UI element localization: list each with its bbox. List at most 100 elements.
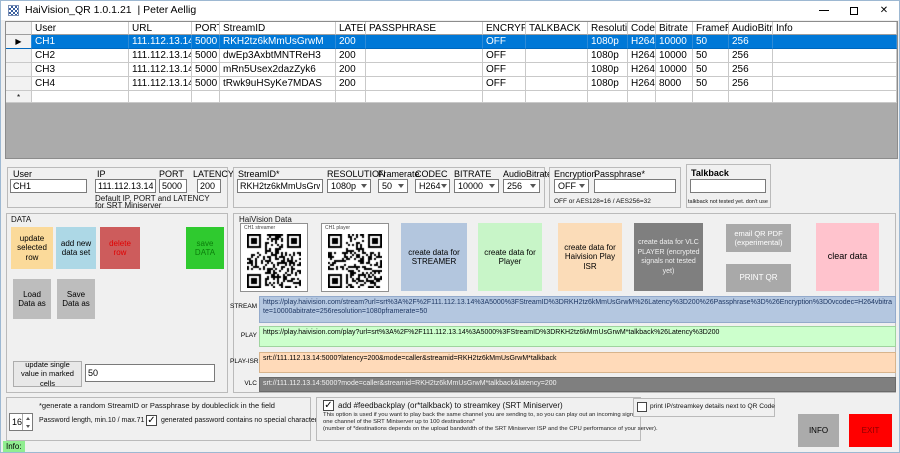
grid-cell[interactable]: [220, 91, 336, 103]
grid-cell[interactable]: H264: [628, 35, 656, 49]
grid-cell[interactable]: RKH2tz6kMmUsGrwM: [220, 35, 336, 49]
encryption-select[interactable]: OFF: [554, 179, 589, 193]
grid-row[interactable]: CH3111.112.13.145000mRn5Usex2dazZyk6200O…: [6, 63, 897, 77]
grid-cell[interactable]: 1080p: [588, 49, 628, 63]
grid-column-header[interactable]: FrameRate: [693, 22, 729, 35]
grid-cell[interactable]: 256: [729, 35, 773, 49]
grid-column-header[interactable]: LATENCY: [336, 22, 366, 35]
grid-column-header[interactable]: URL: [129, 22, 192, 35]
codec-select[interactable]: H264: [415, 179, 450, 193]
grid-cell[interactable]: 111.112.13.14: [129, 77, 192, 91]
grid-cell[interactable]: 200: [336, 35, 366, 49]
clear-data-button[interactable]: clear data: [816, 223, 879, 291]
update-selected-row-button[interactable]: update selected row: [11, 227, 53, 269]
grid-cell[interactable]: [129, 91, 192, 103]
print-details-checkbox[interactable]: [637, 402, 647, 412]
password-length-stepper[interactable]: [9, 413, 33, 431]
update-single-value-button[interactable]: update single value in marked cells: [13, 361, 82, 387]
grid-cell[interactable]: 50: [693, 63, 729, 77]
grid-cell[interactable]: [336, 91, 366, 103]
grid-cell[interactable]: 50: [693, 49, 729, 63]
grid-cell[interactable]: 111.112.13.14: [129, 49, 192, 63]
grid-column-header[interactable]: PASSPHRASE: [366, 22, 483, 35]
grid-cell[interactable]: [483, 91, 526, 103]
create-vlc-player-button[interactable]: create data for VLC PLAYER (encrypted si…: [634, 223, 703, 291]
add-new-data-set-button[interactable]: add new data set: [56, 227, 96, 269]
grid-cell[interactable]: [366, 91, 483, 103]
grid-column-header[interactable]: AudioBitrate: [729, 22, 773, 35]
row-header-cell[interactable]: ▶: [6, 35, 32, 49]
grid-cell[interactable]: 1080p: [588, 77, 628, 91]
grid-column-header[interactable]: StreamID: [220, 22, 336, 35]
grid-cell[interactable]: [526, 49, 588, 63]
grid-row[interactable]: CH4111.112.13.145000tRwk9uHSyKe7MDAS200O…: [6, 77, 897, 91]
grid-cell[interactable]: [526, 77, 588, 91]
grid-cell[interactable]: 1080p: [588, 35, 628, 49]
framerate-select[interactable]: 50: [378, 179, 408, 193]
maximize-button[interactable]: [839, 1, 869, 20]
grid-cell[interactable]: [773, 91, 897, 103]
new-row-header-cell[interactable]: *: [6, 91, 32, 103]
grid-corner-cell[interactable]: [6, 22, 32, 35]
grid-cell[interactable]: H264: [628, 77, 656, 91]
update-value-input[interactable]: [85, 364, 215, 382]
feedbackplay-checkbox[interactable]: ✓: [323, 400, 334, 411]
ip-input[interactable]: [95, 179, 156, 193]
grid-cell[interactable]: [628, 91, 656, 103]
passphrase-input[interactable]: [594, 179, 676, 193]
grid-cell[interactable]: [656, 91, 693, 103]
grid-cell[interactable]: [693, 91, 729, 103]
grid-cell[interactable]: 10000: [656, 49, 693, 63]
grid-row[interactable]: CH2111.112.13.145000dwEp3AxbtMNTReH3200O…: [6, 49, 897, 63]
grid-column-header[interactable]: PORT: [192, 22, 220, 35]
grid-column-header[interactable]: User: [32, 22, 129, 35]
grid-cell[interactable]: 5000: [192, 49, 220, 63]
grid-column-header[interactable]: ENCRYPTION: [483, 22, 526, 35]
grid-column-header[interactable]: Bitrate: [656, 22, 693, 35]
grid-cell[interactable]: 10000: [656, 35, 693, 49]
grid-cell[interactable]: 10000: [656, 63, 693, 77]
grid-cell[interactable]: [366, 49, 483, 63]
grid-cell[interactable]: [588, 91, 628, 103]
audiobitrate-select[interactable]: 256: [503, 179, 540, 193]
vlc-url-box[interactable]: srt://111.112.13.14:5000?mode=caller&str…: [259, 377, 896, 392]
print-qr-button[interactable]: PRINT QR: [726, 264, 791, 292]
create-player-button[interactable]: create data for Player: [478, 223, 542, 291]
port-input[interactable]: [159, 179, 187, 193]
grid-column-header[interactable]: Resolution: [588, 22, 628, 35]
row-header-cell[interactable]: [6, 77, 32, 91]
grid-cell[interactable]: [773, 35, 897, 49]
grid-column-header[interactable]: Info: [773, 22, 897, 35]
stepper-buttons[interactable]: [22, 414, 32, 430]
grid-cell[interactable]: 5000: [192, 77, 220, 91]
grid-cell[interactable]: 200: [336, 63, 366, 77]
grid-cell[interactable]: 1080p: [588, 63, 628, 77]
grid-cell[interactable]: OFF: [483, 77, 526, 91]
grid-cell[interactable]: [366, 63, 483, 77]
grid-cell[interactable]: mRn5Usex2dazZyk6: [220, 63, 336, 77]
grid-cell[interactable]: CH1: [32, 35, 129, 49]
grid-cell[interactable]: 256: [729, 49, 773, 63]
grid-cell[interactable]: 111.112.13.14: [129, 35, 192, 49]
grid-cell[interactable]: tRwk9uHSyKe7MDAS: [220, 77, 336, 91]
grid-cell[interactable]: [773, 77, 897, 91]
grid-cell[interactable]: [773, 63, 897, 77]
grid-cell[interactable]: OFF: [483, 63, 526, 77]
no-special-chars-checkbox[interactable]: ✓: [146, 415, 157, 426]
grid-cell[interactable]: CH3: [32, 63, 129, 77]
row-header-cell[interactable]: [6, 49, 32, 63]
streamid-input[interactable]: [237, 179, 323, 193]
grid-column-header[interactable]: Codec: [628, 22, 656, 35]
talkback-input[interactable]: [690, 179, 766, 193]
play-url-box[interactable]: https://play.haivision.com/play?url=srt%…: [259, 326, 896, 347]
grid-cell[interactable]: [526, 35, 588, 49]
grid-cell[interactable]: H264: [628, 63, 656, 77]
minimize-button[interactable]: [809, 1, 839, 20]
save-data-as-button[interactable]: Save Data as: [57, 279, 95, 319]
close-button[interactable]: ✕: [869, 1, 899, 20]
grid-cell[interactable]: 8000: [656, 77, 693, 91]
user-input[interactable]: [10, 179, 87, 193]
spin-down-button[interactable]: [23, 422, 32, 430]
save-data-button[interactable]: save DATA: [186, 227, 224, 269]
grid-cell[interactable]: 5000: [192, 35, 220, 49]
